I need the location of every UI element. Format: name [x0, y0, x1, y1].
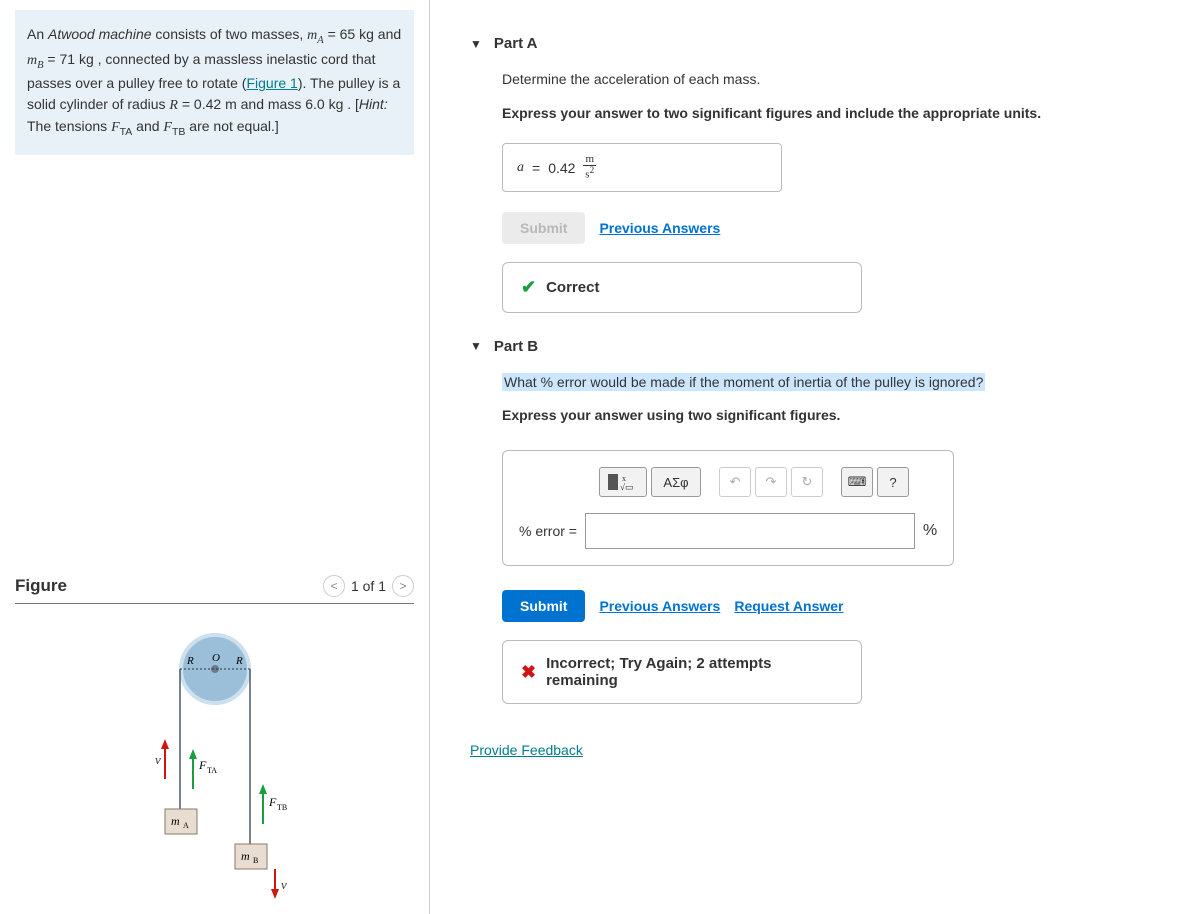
symbols-button[interactable]: ΑΣφ [651, 467, 701, 497]
part-a-sub-instruction: Express your answer to two significant f… [502, 104, 1170, 124]
x-icon: ✖ [521, 662, 536, 683]
svg-text:√▭: √▭ [620, 482, 633, 492]
svg-text:R: R [186, 655, 194, 667]
provide-feedback-link[interactable]: Provide Feedback [470, 742, 583, 758]
part-a-answer-display: a = 0.42 m s2 [502, 143, 782, 192]
part-a-instruction: Determine the acceleration of each mass. [502, 70, 1170, 90]
part-a-previous-answers-link[interactable]: Previous Answers [599, 220, 720, 236]
undo-button[interactable]: ↶ [719, 467, 751, 497]
svg-text:v: v [281, 877, 287, 892]
part-b-sub-instruction: Express your answer using two significan… [502, 406, 1170, 426]
part-a-feedback-correct: ✔ Correct [502, 262, 862, 313]
pager-prev-button[interactable]: < [323, 575, 345, 597]
pager-next-button[interactable]: > [392, 575, 414, 597]
svg-text:m: m [171, 814, 180, 828]
part-b-input-panel: x√▭ ΑΣφ ↶ ↷ ↻ ⌨ ? % error = % [502, 450, 954, 566]
part-b-submit-button[interactable]: Submit [502, 590, 585, 622]
svg-text:R: R [235, 655, 243, 667]
part-b-answer-label: % error = [519, 523, 577, 539]
help-button[interactable]: ? [877, 467, 909, 497]
reset-button[interactable]: ↻ [791, 467, 823, 497]
figure-pager: < 1 of 1 > [323, 575, 414, 597]
svg-text:F: F [268, 795, 277, 809]
figure-link[interactable]: Figure 1 [246, 75, 297, 91]
svg-text:TA: TA [207, 766, 217, 775]
part-b-caret-icon[interactable]: ▼ [470, 339, 482, 353]
keyboard-button[interactable]: ⌨ [841, 467, 873, 497]
svg-text:O: O [212, 652, 220, 664]
part-b-unit: % [923, 522, 937, 540]
figure-heading: Figure [15, 576, 67, 596]
svg-text:TB: TB [277, 803, 287, 812]
svg-text:m: m [241, 849, 250, 863]
part-b-answer-input[interactable] [585, 513, 915, 549]
check-icon: ✔ [521, 277, 536, 298]
svg-text:v: v [155, 752, 161, 767]
svg-text:A: A [183, 821, 189, 830]
part-b-request-answer-link[interactable]: Request Answer [734, 598, 843, 614]
templates-button[interactable]: x√▭ [599, 467, 647, 497]
problem-statement: An Atwood machine consists of two masses… [15, 10, 414, 155]
part-b-previous-answers-link[interactable]: Previous Answers [599, 598, 720, 614]
redo-button[interactable]: ↷ [755, 467, 787, 497]
part-b-question: What % error would be made if the moment… [502, 373, 1170, 393]
part-b-feedback-incorrect: ✖ Incorrect; Try Again; 2 attempts remai… [502, 640, 862, 704]
svg-text:F: F [198, 758, 207, 772]
part-b-title: Part B [494, 338, 538, 355]
part-a-submit-button: Submit [502, 212, 585, 244]
svg-text:B: B [253, 856, 258, 865]
figure-diagram: R O R v F TA m A [15, 624, 414, 904]
part-a-title: Part A [494, 35, 538, 52]
part-a-caret-icon[interactable]: ▼ [470, 37, 482, 51]
